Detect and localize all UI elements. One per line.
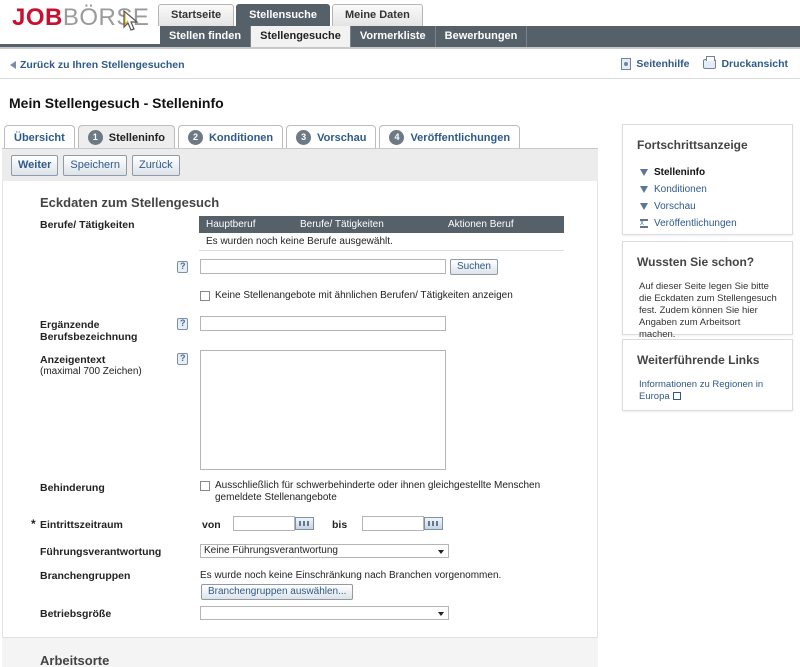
printer-icon [703, 56, 717, 69]
step-number-badge: 4 [389, 130, 405, 145]
external-link-icon [672, 392, 681, 400]
search-button[interactable]: Suchen [450, 259, 498, 275]
step-tab-vorschau[interactable]: 3 Vorschau [286, 125, 377, 149]
behinderung-checkbox-label-line1: Ausschließlich für schwerbehinderte oder… [215, 480, 541, 491]
calendar-icon[interactable] [295, 517, 314, 530]
beruf-search-input[interactable] [200, 259, 446, 274]
tips-title: Wussten Sie schon? [637, 255, 755, 269]
bis-date-input[interactable] [362, 516, 424, 531]
tips-text: Auf dieser Seite legen Sie bitte die Eck… [639, 281, 777, 340]
required-marker: * [31, 517, 36, 531]
anzeigentext-label: Anzeigentext [40, 354, 106, 366]
back-button[interactable]: Zurück [131, 155, 180, 176]
funnel-icon [640, 169, 648, 176]
step-tab-konditionen[interactable]: 2 Konditionen [177, 125, 284, 149]
links-title: Weiterführende Links [637, 353, 760, 367]
page-tools: Seitenhilfe Druckansicht [621, 56, 788, 70]
header: JOBBÖRSE Startseite Stellensuche Meine D… [0, 0, 800, 47]
tab-meine-daten[interactable]: Meine Daten [332, 4, 423, 26]
fuehrung-label: Führungsverantwortung [40, 546, 162, 558]
progress-title: Fortschrittsanzeige [637, 138, 748, 152]
chevron-down-icon [438, 612, 444, 616]
step-tab-stelleninfo[interactable]: 1 Stelleninfo [77, 125, 175, 149]
betriebsgroesse-label: Betriebsgröße [40, 608, 112, 620]
column-header-hauptberuf: Hauptberuf [199, 216, 293, 233]
cursor-icon [123, 10, 139, 31]
betriebsgroesse-select[interactable] [200, 606, 449, 620]
step-tab-uebersicht[interactable]: Übersicht [4, 125, 75, 149]
column-header-berufe: Berufe/ Tätigkeiten [293, 216, 441, 233]
progress-list: Stelleninfo Konditionen Vorschau Veröffe… [640, 164, 792, 232]
help-icon[interactable] [177, 261, 188, 273]
behinderung-checkbox[interactable] [200, 481, 210, 491]
progress-item-vorschau[interactable]: Vorschau [640, 198, 792, 215]
section-title-arbeitsorte: Arbeitsorte [40, 653, 110, 667]
arrow-left-icon [10, 61, 16, 69]
step-number-badge: 2 [187, 130, 203, 145]
anzeigentext-hint: (maximal 700 Zeichen) [40, 366, 142, 377]
von-date-input[interactable] [233, 516, 295, 531]
berufe-table: Hauptberuf Berufe/ Tätigkeiten Aktionen … [199, 216, 564, 251]
anzeigentext-textarea[interactable] [200, 350, 446, 470]
back-to-gesuche-link[interactable]: Zurück zu Ihren Stellengesuchen [10, 59, 185, 71]
section-title-eckdaten: Eckdaten zum Stellengesuch [40, 195, 220, 210]
table-empty-message: Es wurden noch keine Berufe ausgewählt. [199, 233, 564, 251]
help-icon [621, 58, 632, 70]
branchen-select-button[interactable]: Branchengruppen auswählen... [201, 584, 354, 600]
tips-box: Wussten Sie schon? Auf dieser Seite lege… [622, 241, 793, 340]
column-header-aktionen: Aktionen Beruf [441, 216, 564, 233]
calendar-icon[interactable] [424, 517, 443, 530]
save-button[interactable]: Speichern [63, 155, 127, 176]
ergaenzende-berufsbezeichnung-input[interactable] [200, 316, 446, 331]
action-bar: Weiter Speichern Zurück [2, 148, 598, 181]
step-number-badge: 1 [87, 130, 103, 145]
progress-box: Fortschrittsanzeige Stelleninfo Konditio… [622, 124, 793, 235]
subtab-bewerbungen[interactable]: Bewerbungen [436, 26, 528, 47]
step-tab-veroeffentlichungen[interactable]: 4 Veröffentlichungen [379, 125, 521, 149]
top-navigation: Startseite Stellensuche Meine Daten [158, 4, 423, 26]
chevron-down-icon [438, 550, 444, 554]
help-icon[interactable] [177, 353, 188, 365]
funnel-icon [640, 186, 648, 193]
progress-item-konditionen[interactable]: Konditionen [640, 181, 792, 198]
print-view-link[interactable]: Druckansicht [703, 56, 788, 70]
step-tabs: Übersicht 1 Stelleninfo 2 Konditionen 3 … [4, 125, 521, 149]
sub-navigation: Stellen finden Stellengesuche Vormerklis… [160, 26, 800, 47]
page-title: Mein Stellengesuch - Stelleninfo [9, 95, 224, 111]
subtab-stellengesuche[interactable]: Stellengesuche [251, 26, 351, 47]
fuehrung-select[interactable]: Keine Führungsverantwortung [200, 544, 449, 558]
page-help-link[interactable]: Seitenhilfe [621, 58, 689, 70]
eintrittszeitraum-label: Eintrittszeitraum [40, 519, 123, 531]
branchen-status-text: Es wurde noch keine Einschränkung nach B… [200, 570, 502, 581]
progress-item-veroeffentlichungen[interactable]: Veröffentlichungen [640, 215, 792, 232]
tab-startseite[interactable]: Startseite [158, 4, 235, 26]
ergaenzende-label-line2: Berufsbezeichnung [40, 331, 138, 343]
table-row: Es wurden noch keine Berufe ausgewählt. [199, 233, 564, 251]
step-number-badge: 3 [296, 130, 312, 145]
help-icon[interactable] [177, 318, 188, 330]
funnel-icon [640, 203, 648, 210]
berufe-label: Berufe/ Tätigkeiten [40, 219, 135, 231]
hourglass-icon [640, 218, 648, 228]
branchen-label: Branchengruppen [40, 570, 131, 582]
similar-jobs-checkbox-label: Keine Stellenangebote mit ähnlichen Beru… [215, 290, 513, 301]
subtab-stellen-finden[interactable]: Stellen finden [160, 26, 252, 47]
bis-label: bis [332, 519, 348, 531]
links-box: Weiterführende Links Informationen zu Re… [622, 339, 793, 411]
tab-stellensuche[interactable]: Stellensuche [236, 4, 330, 26]
von-label: von [202, 519, 221, 531]
subtab-vormerkliste[interactable]: Vormerkliste [351, 26, 436, 47]
similar-jobs-checkbox[interactable] [200, 291, 210, 301]
behinderung-checkbox-label-line2: gemeldete Stellenangebote [215, 492, 337, 503]
progress-item-stelleninfo: Stelleninfo [640, 164, 792, 181]
behinderung-label: Behinderung [40, 482, 105, 494]
ergaenzende-label-line1: Ergänzende [40, 319, 100, 331]
breadcrumb-bar: Zurück zu Ihren Stellengesuchen Seitenhi… [0, 49, 800, 79]
next-button[interactable]: Weiter [11, 155, 59, 176]
regionen-europa-link[interactable]: Informationen zu Regionen in Europa [639, 379, 778, 403]
